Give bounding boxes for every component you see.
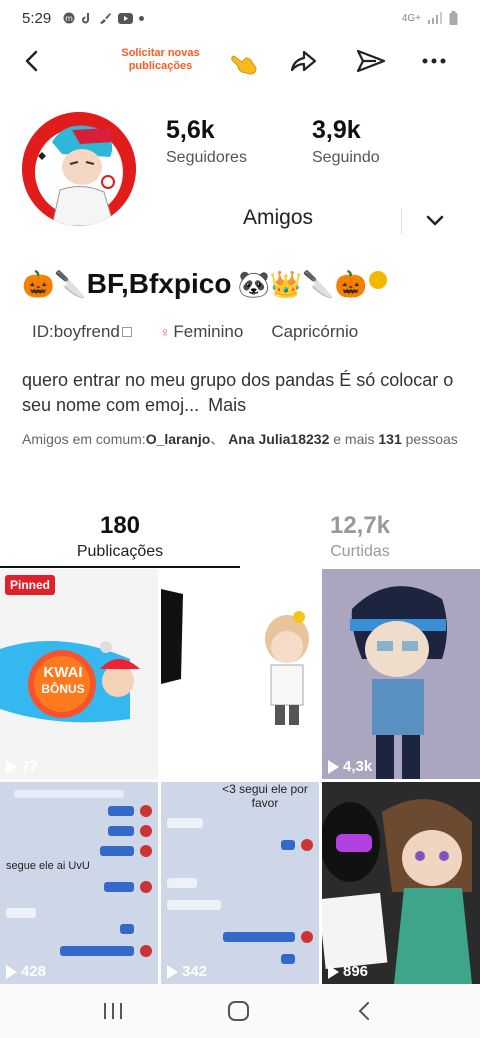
likes-label: Curtidas xyxy=(330,543,390,560)
likes-count: 12,7k xyxy=(329,512,391,539)
mutual-prefix: Amigos em comum: xyxy=(22,431,146,447)
more-options-icon[interactable] xyxy=(418,46,452,76)
status-bar: 5:29 m 4G+ xyxy=(0,0,480,36)
profile-meta: ID:boyfrend ♀ Feminino Capricórnio xyxy=(32,322,358,342)
clock: 5:29 xyxy=(22,9,52,27)
profile-name: 🎃🔪 BF,Bfxpico 🐼👑🔪🎃 xyxy=(22,264,387,304)
share-arrow-icon[interactable] xyxy=(286,46,320,76)
back-icon[interactable] xyxy=(18,46,46,76)
user-id[interactable]: ID:boyfrend xyxy=(32,322,132,342)
post-thumbnail[interactable]: segue ele ai UvU 428 xyxy=(0,782,158,984)
verified-coin-icon xyxy=(368,271,387,289)
active-tab-indicator xyxy=(0,566,240,568)
bio: quero entrar no meu grupo dos pandas É s… xyxy=(22,368,462,418)
post-thumbnail[interactable]: Pinned KWAI BÔNUS 77 xyxy=(0,569,158,779)
view-count-text: 342 xyxy=(182,963,208,980)
svg-text:m: m xyxy=(65,14,73,23)
chevron-down-icon[interactable] xyxy=(424,210,446,232)
promo-line-1: KWAI xyxy=(43,664,83,681)
view-count: 428 xyxy=(6,963,46,980)
nav-back-icon[interactable] xyxy=(354,1000,374,1027)
tab-posts[interactable]: 180 Publicações xyxy=(60,512,180,561)
following-stat[interactable]: 3,9k Seguindo xyxy=(312,116,380,167)
mutual-user-2: Ana Julia18232 xyxy=(228,431,330,447)
view-count-text: 896 xyxy=(343,963,369,980)
play-icon xyxy=(167,964,178,979)
view-count: 77 xyxy=(6,758,38,775)
profile-name-text: BF,Bfxpico xyxy=(86,268,232,299)
request-new-posts-button[interactable]: Solicitar novas publicações xyxy=(113,47,208,73)
post-thumbnail[interactable]: 896 xyxy=(322,782,480,984)
followers-count: 5,6k xyxy=(166,116,215,144)
posts-grid: Pinned KWAI BÔNUS 77 267 4,3k segue ele … xyxy=(0,569,480,984)
female-icon: ♀ xyxy=(159,324,171,340)
view-count: 342 xyxy=(167,963,207,980)
signal-icon xyxy=(427,12,443,24)
mutual-count: 131 xyxy=(378,431,402,447)
hand-pointing-icon xyxy=(228,48,262,78)
friends-button[interactable]: Amigos xyxy=(243,206,313,230)
user-id-text: ID:boyfrend xyxy=(32,322,120,341)
post-thumbnail[interactable]: <3 segui ele por favor 342 xyxy=(161,782,319,984)
divider xyxy=(401,208,402,234)
play-icon xyxy=(6,964,17,979)
name-emoji-prefix: 🎃🔪 xyxy=(22,269,87,299)
zodiac-tag: Capricórnio xyxy=(271,322,359,341)
name-emoji-suffix: 🐼👑🔪🎃 xyxy=(237,269,367,299)
recent-apps-icon[interactable] xyxy=(102,1001,124,1026)
gender-text: Feminino xyxy=(173,322,244,341)
view-count-text: 267 xyxy=(182,758,208,775)
post-thumbnail[interactable]: 267 xyxy=(161,569,319,779)
youtube-icon xyxy=(118,12,134,24)
tab-likes[interactable]: 12,7k Curtidas xyxy=(300,512,420,561)
view-count-text: 428 xyxy=(21,963,47,980)
view-count-text: 4,3k xyxy=(343,758,373,775)
notification-icons: m xyxy=(63,12,145,24)
followers-stat[interactable]: 5,6k Seguidores xyxy=(166,116,247,167)
post-caption: segue ele ai UvU xyxy=(6,860,90,872)
play-icon xyxy=(328,964,339,979)
battery-icon xyxy=(449,11,458,25)
mutual-friends[interactable]: Amigos em comum:O_laranjo、 Ana Julia1823… xyxy=(22,430,462,449)
pinned-badge: Pinned xyxy=(5,575,56,595)
send-icon[interactable] xyxy=(354,46,388,76)
mutual-user-1: O_laranjo xyxy=(145,431,211,447)
mutual-suffix: pessoas xyxy=(405,431,458,447)
promo-label: KWAI BÔNUS xyxy=(38,665,88,697)
gender-tag: ♀ Feminino xyxy=(160,322,243,342)
post-thumbnail[interactable]: 4,3k xyxy=(322,569,480,779)
system-icons: 4G+ xyxy=(402,11,458,25)
view-count: 267 xyxy=(167,758,207,775)
copy-icon[interactable] xyxy=(121,327,132,337)
home-icon[interactable] xyxy=(227,1000,251,1027)
system-nav-bar xyxy=(0,984,480,1038)
dot-icon xyxy=(139,15,145,21)
avatar[interactable] xyxy=(22,112,136,226)
following-count: 3,9k xyxy=(312,116,361,144)
brush-icon xyxy=(99,12,112,24)
bio-more-link[interactable]: Mais xyxy=(208,395,246,415)
network-label: 4G+ xyxy=(401,12,421,24)
view-count: 896 xyxy=(328,963,368,980)
view-count: 4,3k xyxy=(328,758,372,775)
followers-label: Seguidores xyxy=(166,149,247,166)
mutual-and-more: e mais xyxy=(333,431,375,447)
top-bar: Solicitar novas publicações xyxy=(0,38,480,84)
play-icon xyxy=(6,759,17,774)
app-notification-icon: m xyxy=(63,12,75,24)
tiktok-icon xyxy=(81,12,93,24)
play-icon xyxy=(328,759,339,774)
view-count-text: 77 xyxy=(21,758,38,775)
posts-count: 180 xyxy=(99,512,141,539)
following-label: Seguindo xyxy=(312,149,380,166)
posts-label: Publicações xyxy=(76,543,164,560)
promo-line-2: BÔNUS xyxy=(41,682,85,696)
post-caption: <3 segui ele por favor xyxy=(222,782,308,810)
play-icon xyxy=(167,759,178,774)
